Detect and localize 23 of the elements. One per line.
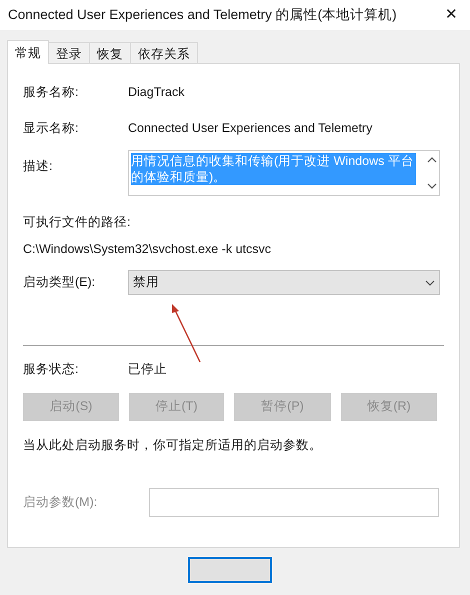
field-value: DiagTrack — [128, 84, 184, 101]
field-label: 描述: — [23, 158, 54, 174]
close-icon[interactable]: ✕ — [445, 4, 458, 26]
tab[interactable]: 恢复 — [89, 42, 131, 63]
arrow-annotation — [172, 304, 201, 362]
field-label: 服务状态: — [23, 361, 80, 378]
description-text: 用情况信息的收集和传输(用于改进 Windows 平台的体验和质量)。 — [131, 152, 416, 184]
tab[interactable]: 依存关系 — [130, 42, 198, 63]
field-value: Connected User Experiences and Telemetry — [128, 120, 372, 137]
tab[interactable]: 常规 — [7, 40, 49, 64]
window-title: Connected User Experiences and Telemetry 的属性(本地计算机) — [8, 6, 397, 24]
field-label: 启动类型(E): — [23, 274, 96, 292]
status-text: 已停止 — [128, 361, 167, 378]
ok-button[interactable] — [188, 557, 272, 583]
tab[interactable]: 登录 — [48, 42, 90, 63]
startup-type-dropdown[interactable]: 禁用 — [128, 270, 440, 295]
field-label: 启动参数(M): — [23, 494, 98, 511]
field-label: 可执行文件的路径: — [23, 214, 132, 230]
hint-text: 当从此处启动服务时，你可指定所适用的启动参数。 — [23, 438, 322, 452]
field-label: 显示名称: — [23, 120, 80, 137]
path-text: C:\Windows\System32\svchost.exe -k utcsvc — [23, 241, 272, 258]
chevron-down-icon — [425, 280, 435, 286]
field-label: 服务名称: — [23, 84, 80, 101]
